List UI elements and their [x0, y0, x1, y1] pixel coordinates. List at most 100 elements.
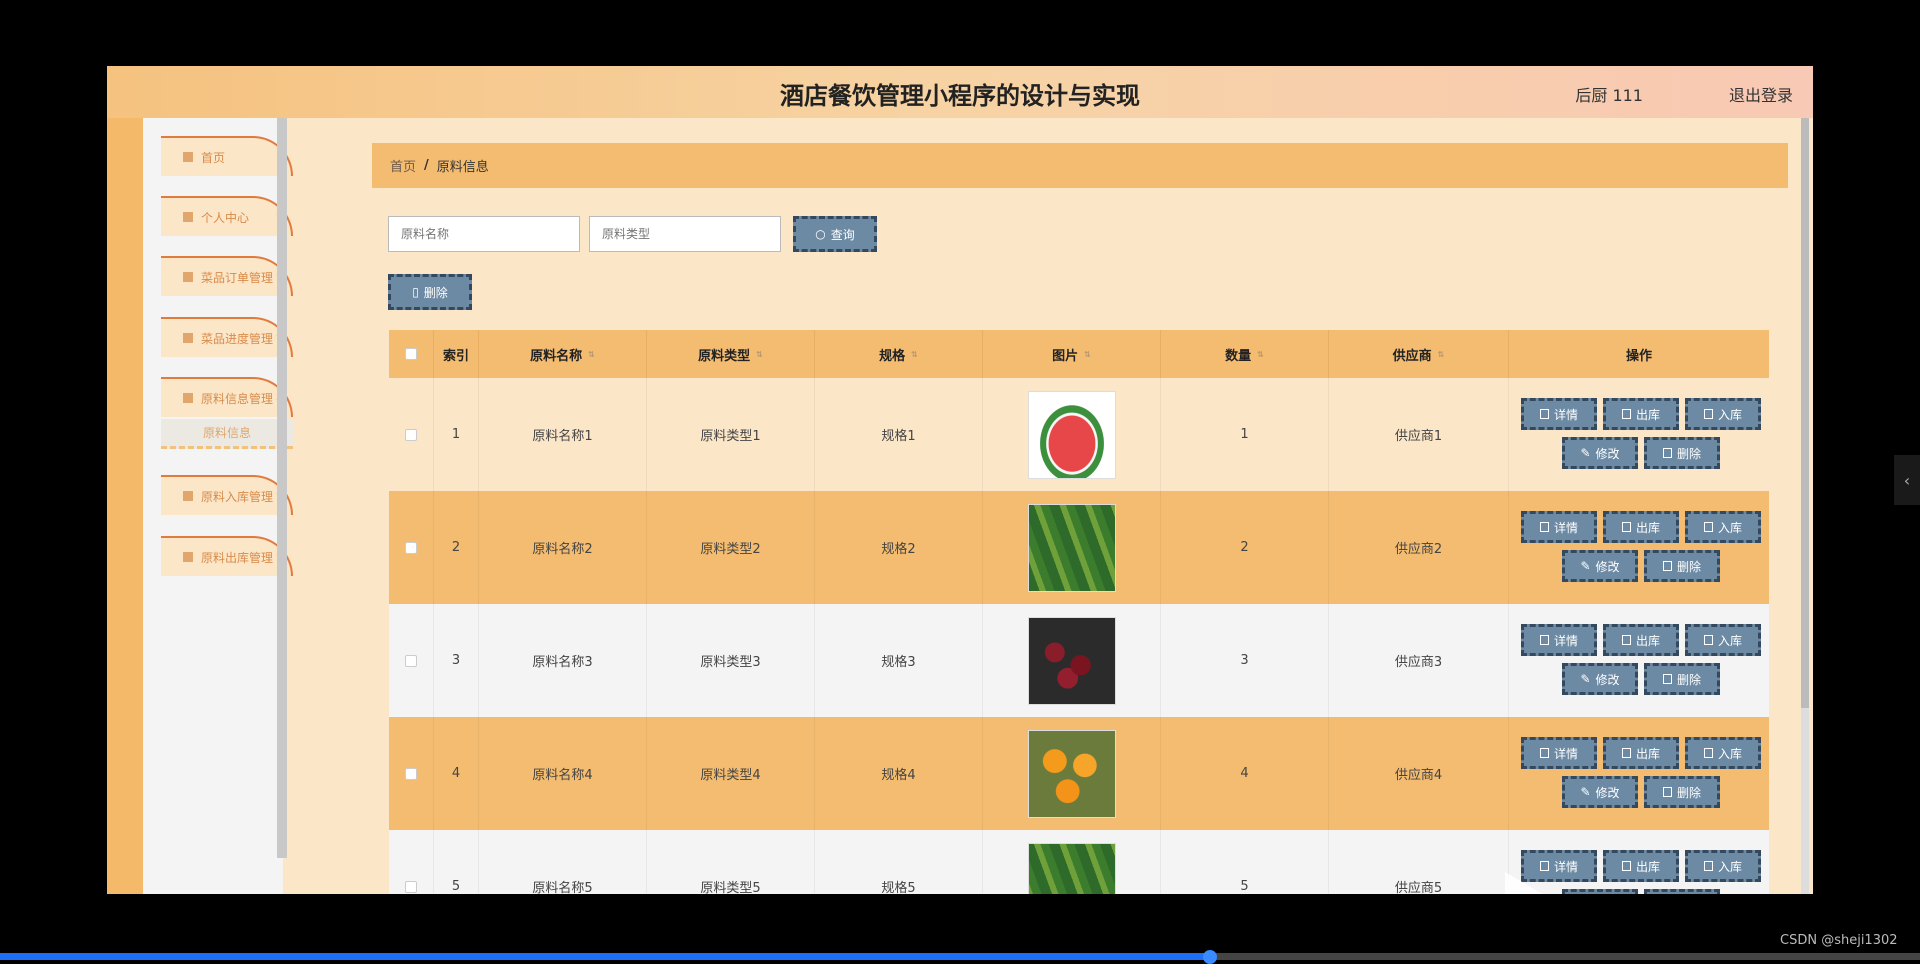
inbound-button[interactable]: 入库: [1685, 398, 1761, 430]
inbound-button[interactable]: 入库: [1685, 511, 1761, 543]
sidebar-subitem-material-info[interactable]: 原料信息: [161, 419, 293, 449]
sidebar-item-profile[interactable]: 个人中心 ▾: [161, 196, 293, 236]
material-image[interactable]: [1027, 390, 1116, 479]
th-spec[interactable]: 规格 ⇅: [815, 330, 983, 378]
table-row: 1 原料名称1 原料类型1 规格1 1 供应商1 详情 出库 入库 ✎ 修改 删除: [389, 378, 1769, 491]
cell-type: 原料类型4: [647, 717, 815, 830]
outbound-button[interactable]: 出库: [1603, 511, 1679, 543]
cell-qty: 5: [1161, 830, 1329, 894]
page-title: 酒店餐饮管理小程序的设计与实现: [780, 82, 1140, 110]
th-type[interactable]: 原料类型 ⇅: [647, 330, 815, 378]
sort-icon: ⇅: [1437, 349, 1445, 359]
outbound-button[interactable]: 出库: [1603, 624, 1679, 656]
delete-button[interactable]: 删除: [1644, 663, 1720, 695]
edit-button[interactable]: ✎修改: [1562, 663, 1638, 695]
row-checkbox[interactable]: [405, 767, 417, 780]
row-checkbox[interactable]: [405, 880, 417, 893]
delete-button[interactable]: 删除: [1644, 776, 1720, 808]
select-all-cell: [389, 330, 434, 378]
breadcrumb-home[interactable]: 首页: [390, 156, 416, 175]
outbound-button[interactable]: 出库: [1603, 850, 1679, 882]
image-cell: [983, 378, 1161, 491]
sort-icon: ⇅: [756, 349, 763, 359]
query-button-label: 查询: [830, 227, 855, 242]
main-content: 首页 / 原料信息 ○ 查询 ▯ 删除 索引 原料名称 ⇅ 原料类型 ⇅ 规格 ⇅ 图…: [362, 118, 1802, 894]
sidebar-item-material-info[interactable]: 原料信息管理 ▴: [161, 377, 293, 417]
query-button[interactable]: ○ 查询: [793, 216, 877, 252]
edit-icon: ✎: [1580, 785, 1591, 799]
row-checkbox[interactable]: [405, 541, 417, 554]
detail-label: 详情: [1553, 746, 1578, 761]
th-label: 原料名称: [530, 348, 583, 364]
outbound-button[interactable]: 出库: [1603, 398, 1679, 430]
th-image[interactable]: 图片 ⇅: [983, 330, 1161, 378]
delete-button[interactable]: 删除: [1644, 550, 1720, 582]
sidebar: 首页 个人中心 ▾ 菜品订单管理 ▾ 菜品进度管理 ▾ 原料信息管理 ▴ 原料信…: [143, 118, 293, 894]
sidebar-scrollbar[interactable]: [277, 118, 287, 858]
sidebar-item-home[interactable]: 首页: [161, 136, 293, 176]
batch-delete-button[interactable]: ▯ 删除: [388, 274, 472, 310]
sidebar-item-dish-orders[interactable]: 菜品订单管理 ▾: [161, 256, 293, 296]
delete-label: 删除: [1676, 559, 1701, 574]
video-progress-knob[interactable]: [1202, 950, 1217, 964]
table-row: 2 原料名称2 原料类型2 规格2 2 供应商2 详情 出库 入库 ✎ 修改 删除: [389, 491, 1769, 604]
th-quantity[interactable]: 数量 ⇅: [1161, 330, 1329, 378]
material-image[interactable]: [1027, 729, 1116, 818]
material-type-input[interactable]: [589, 216, 781, 252]
edit-icon: ✎: [1580, 559, 1591, 573]
breadcrumb-separator: /: [424, 158, 429, 173]
row-checkbox[interactable]: [405, 654, 417, 667]
detail-button[interactable]: 详情: [1521, 511, 1597, 543]
delete-label: 删除: [1676, 672, 1701, 687]
logout-link[interactable]: 退出登录: [1729, 82, 1793, 106]
delete-button[interactable]: 删除: [1644, 889, 1720, 894]
th-name[interactable]: 原料名称 ⇅: [479, 330, 647, 378]
material-image[interactable]: [1027, 503, 1116, 592]
cell-spec: 规格5: [815, 830, 983, 894]
edit-label: 修改: [1595, 446, 1620, 461]
inbound-label: 入库: [1717, 520, 1742, 535]
outbound-label: 出库: [1635, 746, 1660, 761]
sidebar-item-dish-progress[interactable]: 菜品进度管理 ▾: [161, 317, 293, 357]
collapse-panel-button[interactable]: ‹: [1894, 455, 1920, 505]
th-index: 索引: [434, 330, 479, 378]
row-checkbox[interactable]: [405, 428, 417, 441]
edit-button[interactable]: ✎修改: [1562, 889, 1638, 894]
sidebar-item-material-outbound[interactable]: 原料出库管理 ▾: [161, 536, 293, 576]
detail-button[interactable]: 详情: [1521, 624, 1597, 656]
th-label: 供应商: [1392, 348, 1432, 364]
page-scrollbar-thumb[interactable]: [1801, 118, 1809, 708]
delete-button[interactable]: 删除: [1644, 437, 1720, 469]
doc-icon: [1703, 409, 1713, 419]
outbound-button[interactable]: 出库: [1603, 737, 1679, 769]
detail-button[interactable]: 详情: [1521, 398, 1597, 430]
th-label: 规格: [879, 348, 906, 364]
inbound-button[interactable]: 入库: [1685, 624, 1761, 656]
video-progress-bar[interactable]: [0, 950, 1920, 964]
cell-spec: 规格4: [815, 717, 983, 830]
inbound-button[interactable]: 入库: [1685, 737, 1761, 769]
inbound-button[interactable]: 入库: [1685, 850, 1761, 882]
detail-button[interactable]: 详情: [1521, 737, 1597, 769]
search-icon: ○: [815, 227, 826, 241]
sidebar-item-label: 菜品订单管理: [201, 270, 274, 285]
cell-name: 原料名称4: [479, 717, 647, 830]
material-image[interactable]: [1027, 842, 1116, 894]
edit-icon: ✎: [1580, 672, 1591, 686]
sidebar-item-material-inbound[interactable]: 原料入库管理 ▾: [161, 475, 293, 515]
select-all-checkbox[interactable]: [405, 348, 417, 360]
select-cell: [389, 604, 434, 717]
cell-spec: 规格3: [815, 604, 983, 717]
material-name-input[interactable]: [388, 216, 580, 252]
inbound-label: 入库: [1717, 633, 1742, 648]
edit-button[interactable]: ✎ 修改: [1562, 437, 1638, 469]
edit-icon: ✎: [1580, 446, 1591, 460]
th-supplier[interactable]: 供应商 ⇅: [1329, 330, 1509, 378]
header: 酒店餐饮管理小程序的设计与实现 后厨 111 退出登录: [107, 66, 1813, 118]
edit-button[interactable]: ✎修改: [1562, 776, 1638, 808]
material-image[interactable]: [1027, 616, 1116, 705]
page-scrollbar[interactable]: [1801, 118, 1809, 894]
actions-cell: 详情 出库 入库 ✎ 修改 删除: [1509, 717, 1769, 830]
edit-button[interactable]: ✎修改: [1562, 550, 1638, 582]
person-icon: [183, 333, 193, 343]
